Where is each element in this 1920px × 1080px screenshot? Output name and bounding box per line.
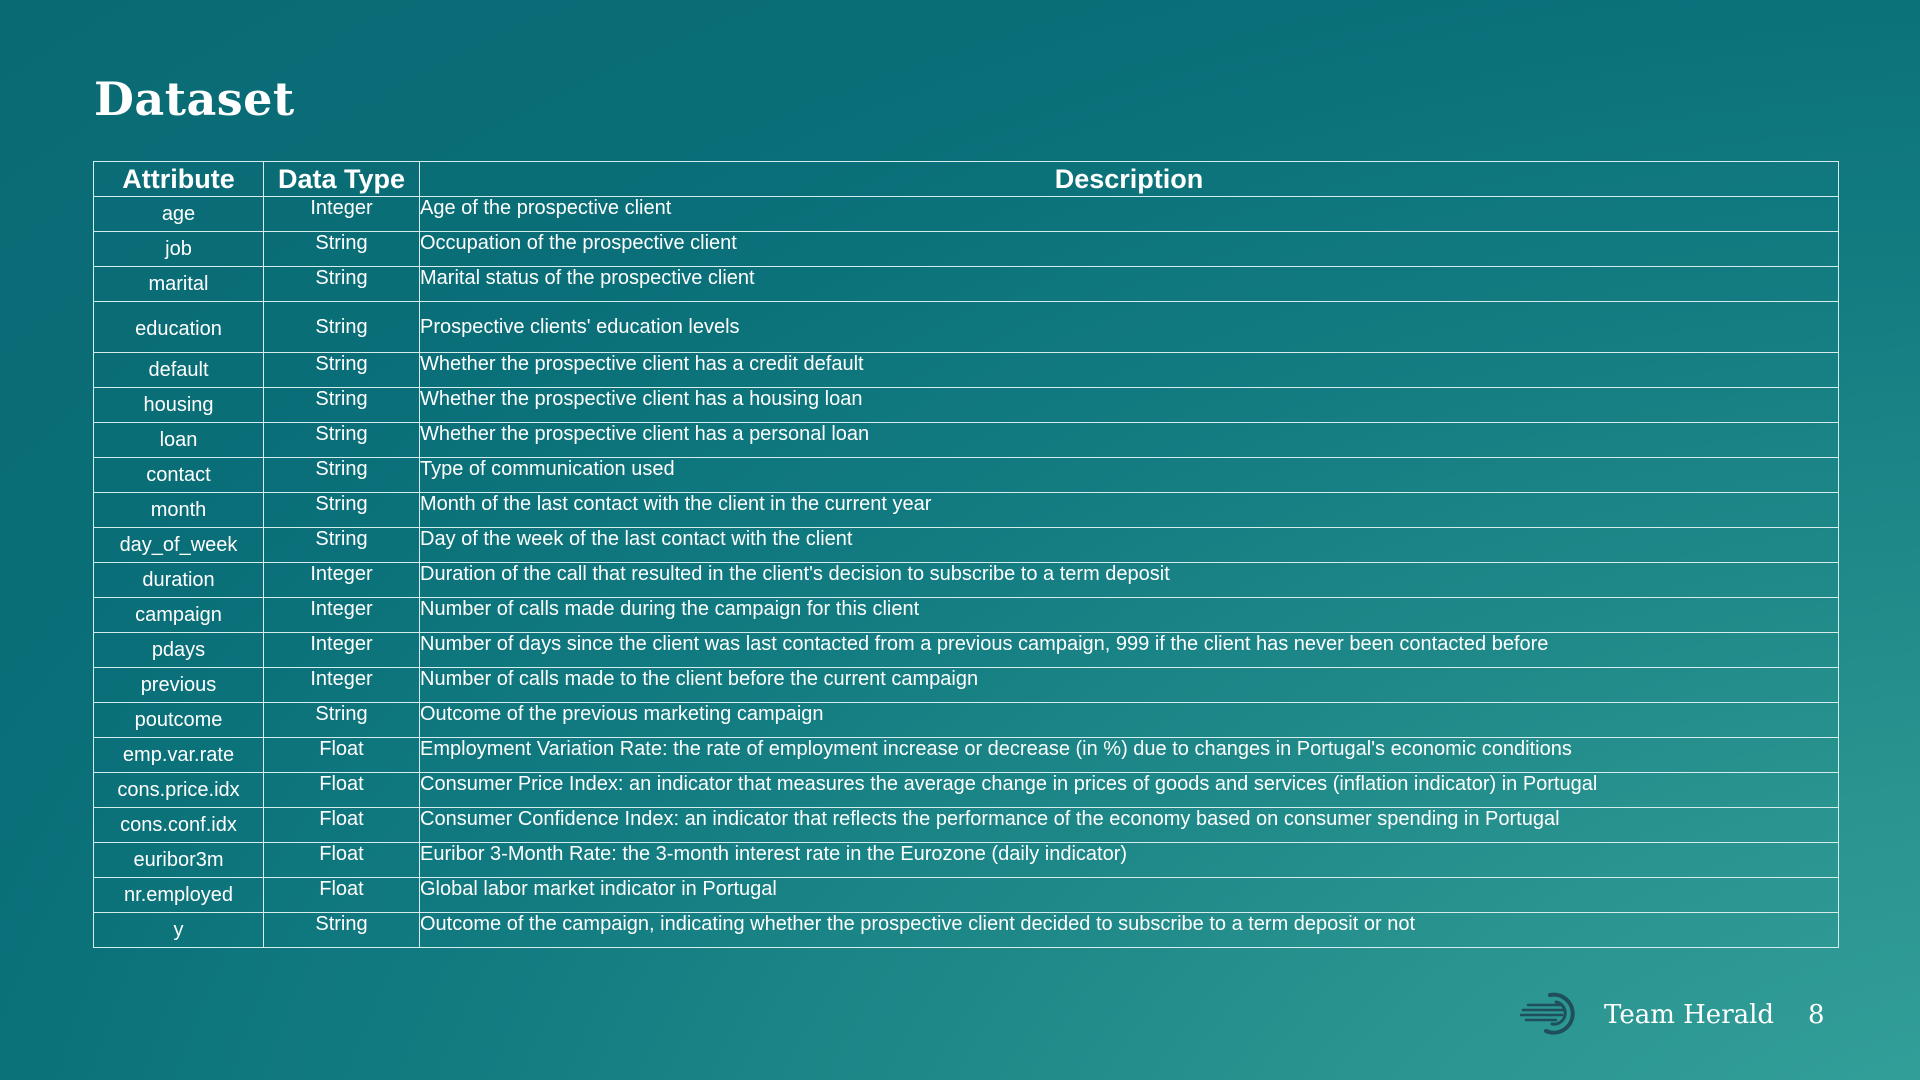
cell-description: Global labor market indicator in Portuga… bbox=[419, 877, 1839, 913]
cell-attribute: contact bbox=[93, 457, 264, 493]
cell-attribute: day_of_week bbox=[93, 527, 264, 563]
cell-description: Whether the prospective client has a per… bbox=[419, 422, 1839, 458]
cell-description: Consumer Price Index: an indicator that … bbox=[419, 772, 1839, 808]
cell-description: Employment Variation Rate: the rate of e… bbox=[419, 737, 1839, 773]
cell-data-type: String bbox=[263, 527, 420, 563]
header-attribute: Attribute bbox=[93, 161, 264, 197]
cell-description: Number of calls made to the client befor… bbox=[419, 667, 1839, 703]
cell-attribute: emp.var.rate bbox=[93, 737, 264, 773]
cell-data-type: String bbox=[263, 301, 420, 353]
cell-description: Marital status of the prospective client bbox=[419, 266, 1839, 302]
cell-data-type: Integer bbox=[263, 597, 420, 633]
cell-description: Whether the prospective client has a hou… bbox=[419, 387, 1839, 423]
swoosh-logo-icon bbox=[1520, 992, 1575, 1035]
cell-data-type: Integer bbox=[263, 196, 420, 232]
cell-description: Outcome of the campaign, indicating whet… bbox=[419, 912, 1839, 948]
table-row: cons.price.idx Float Consumer Price Inde… bbox=[93, 772, 1839, 808]
cell-description: Prospective clients' education levels bbox=[419, 301, 1839, 353]
cell-description: Whether the prospective client has a cre… bbox=[419, 352, 1839, 388]
cell-attribute: cons.conf.idx bbox=[93, 807, 264, 843]
table-row: month String Month of the last contact w… bbox=[93, 492, 1839, 528]
table-row: duration Integer Duration of the call th… bbox=[93, 562, 1839, 598]
table-row: emp.var.rate Float Employment Variation … bbox=[93, 737, 1839, 773]
table-row: y String Outcome of the campaign, indica… bbox=[93, 912, 1839, 948]
cell-data-type: Integer bbox=[263, 562, 420, 598]
table-row: previous Integer Number of calls made to… bbox=[93, 667, 1839, 703]
table-row: contact String Type of communication use… bbox=[93, 457, 1839, 493]
cell-description: Consumer Confidence Index: an indicator … bbox=[419, 807, 1839, 843]
cell-description: Outcome of the previous marketing campai… bbox=[419, 702, 1839, 738]
cell-attribute: duration bbox=[93, 562, 264, 598]
cell-attribute: pdays bbox=[93, 632, 264, 668]
cell-attribute: job bbox=[93, 231, 264, 267]
cell-attribute: poutcome bbox=[93, 702, 264, 738]
cell-data-type: String bbox=[263, 492, 420, 528]
table-row: pdays Integer Number of days since the c… bbox=[93, 632, 1839, 668]
cell-attribute: age bbox=[93, 196, 264, 232]
cell-description: Day of the week of the last contact with… bbox=[419, 527, 1839, 563]
table-row: education String Prospective clients' ed… bbox=[93, 301, 1839, 353]
table-row: poutcome String Outcome of the previous … bbox=[93, 702, 1839, 738]
header-data-type: Data Type bbox=[263, 161, 420, 197]
cell-attribute: y bbox=[93, 912, 264, 948]
table-row: nr.employed Float Global labor market in… bbox=[93, 877, 1839, 913]
cell-attribute: default bbox=[93, 352, 264, 388]
cell-attribute: housing bbox=[93, 387, 264, 423]
table-row: campaign Integer Number of calls made du… bbox=[93, 597, 1839, 633]
cell-attribute: campaign bbox=[93, 597, 264, 633]
cell-data-type: String bbox=[263, 457, 420, 493]
header-description: Description bbox=[419, 161, 1839, 197]
cell-data-type: String bbox=[263, 912, 420, 948]
cell-description: Month of the last contact with the clien… bbox=[419, 492, 1839, 528]
cell-description: Number of calls made during the campaign… bbox=[419, 597, 1839, 633]
table-row: job String Occupation of the prospective… bbox=[93, 231, 1839, 267]
cell-attribute: euribor3m bbox=[93, 842, 264, 878]
cell-data-type: Float bbox=[263, 842, 420, 878]
cell-description: Duration of the call that resulted in th… bbox=[419, 562, 1839, 598]
cell-data-type: String bbox=[263, 422, 420, 458]
cell-data-type: String bbox=[263, 266, 420, 302]
cell-attribute: education bbox=[93, 301, 264, 353]
slide-title: Dataset bbox=[94, 72, 295, 126]
table-row: cons.conf.idx Float Consumer Confidence … bbox=[93, 807, 1839, 843]
cell-data-type: Float bbox=[263, 877, 420, 913]
table-row: marital String Marital status of the pro… bbox=[93, 266, 1839, 302]
cell-data-type: Integer bbox=[263, 667, 420, 703]
cell-data-type: Integer bbox=[263, 632, 420, 668]
cell-attribute: month bbox=[93, 492, 264, 528]
cell-attribute: loan bbox=[93, 422, 264, 458]
cell-data-type: Float bbox=[263, 737, 420, 773]
table-row: housing String Whether the prospective c… bbox=[93, 387, 1839, 423]
table-row: default String Whether the prospective c… bbox=[93, 352, 1839, 388]
cell-attribute: cons.price.idx bbox=[93, 772, 264, 808]
cell-attribute: marital bbox=[93, 266, 264, 302]
cell-data-type: Float bbox=[263, 807, 420, 843]
cell-description: Age of the prospective client bbox=[419, 196, 1839, 232]
table-row: age Integer Age of the prospective clien… bbox=[93, 196, 1839, 232]
cell-attribute: nr.employed bbox=[93, 877, 264, 913]
cell-description: Number of days since the client was last… bbox=[419, 632, 1839, 668]
cell-attribute: previous bbox=[93, 667, 264, 703]
cell-data-type: Float bbox=[263, 772, 420, 808]
cell-data-type: String bbox=[263, 352, 420, 388]
table-row: euribor3m Float Euribor 3-Month Rate: th… bbox=[93, 842, 1839, 878]
cell-description: Type of communication used bbox=[419, 457, 1839, 493]
footer-team-name: Team Herald bbox=[1604, 1000, 1775, 1030]
cell-data-type: String bbox=[263, 387, 420, 423]
dataset-table: Attribute Data Type Description age Inte… bbox=[93, 161, 1839, 948]
table-row: day_of_week String Day of the week of th… bbox=[93, 527, 1839, 563]
cell-description: Occupation of the prospective client bbox=[419, 231, 1839, 267]
page-number: 8 bbox=[1808, 1000, 1825, 1030]
cell-description: Euribor 3-Month Rate: the 3-month intere… bbox=[419, 842, 1839, 878]
cell-data-type: String bbox=[263, 231, 420, 267]
table-row: loan String Whether the prospective clie… bbox=[93, 422, 1839, 458]
cell-data-type: String bbox=[263, 702, 420, 738]
table-header-row: Attribute Data Type Description bbox=[93, 161, 1839, 197]
